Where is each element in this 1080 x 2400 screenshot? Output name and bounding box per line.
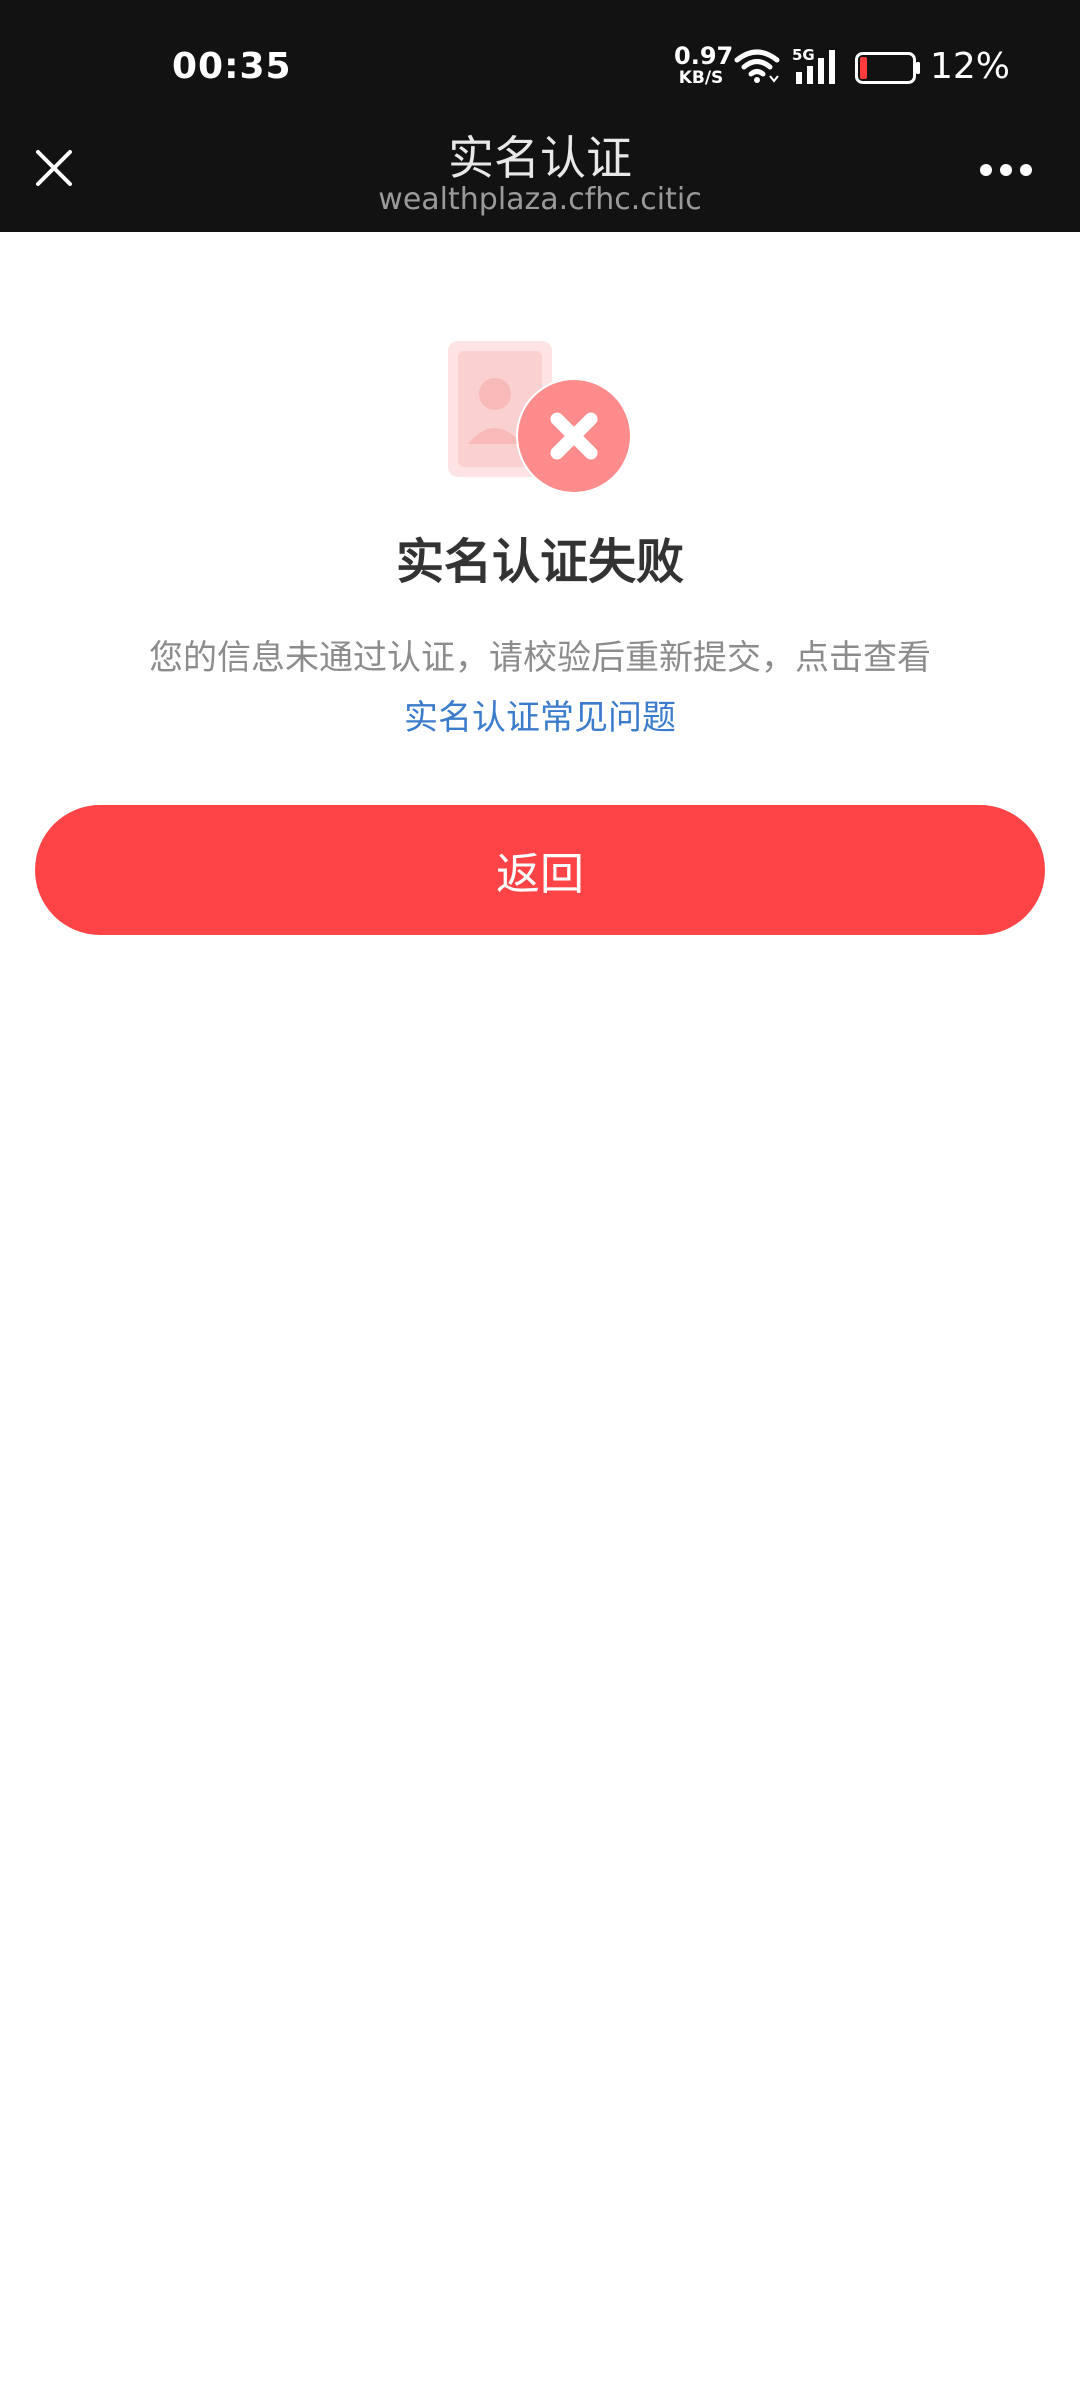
result-description: 您的信息未通过认证，请校验后重新提交，点击查看	[149, 638, 931, 678]
status-bar: 00:35 0.97 KB/S 5G 12%	[0, 0, 1080, 132]
page-title: 实名认证	[448, 131, 632, 185]
battery-icon	[855, 52, 920, 84]
back-button[interactable]: 返回	[35, 805, 1045, 935]
network-speed-value: 0.97	[674, 42, 734, 70]
battery-percent: 12%	[930, 46, 1011, 87]
faq-link[interactable]: 实名认证常见问题	[0, 690, 1080, 739]
nav-bar: 实名认证 wealthplaza.cfhc.citic	[0, 131, 1080, 232]
network-type-label: 5G	[792, 46, 815, 64]
verification-failed-icon	[448, 341, 632, 494]
status-time: 00:35	[172, 46, 292, 87]
page-url: wealthplaza.cfhc.citic	[378, 182, 702, 217]
wifi-icon	[734, 49, 780, 83]
network-speed: 0.97 KB/S	[674, 42, 734, 88]
network-speed-unit: KB/S	[678, 68, 724, 88]
more-options-icon[interactable]	[980, 164, 1032, 176]
main-content: 实名认证失败 您的信息未通过认证，请校验后重新提交，点击查看 实名认证常见问题 …	[0, 232, 1080, 2400]
result-title: 实名认证失败	[395, 534, 684, 590]
signal-5g-icon: 5G	[792, 46, 835, 84]
